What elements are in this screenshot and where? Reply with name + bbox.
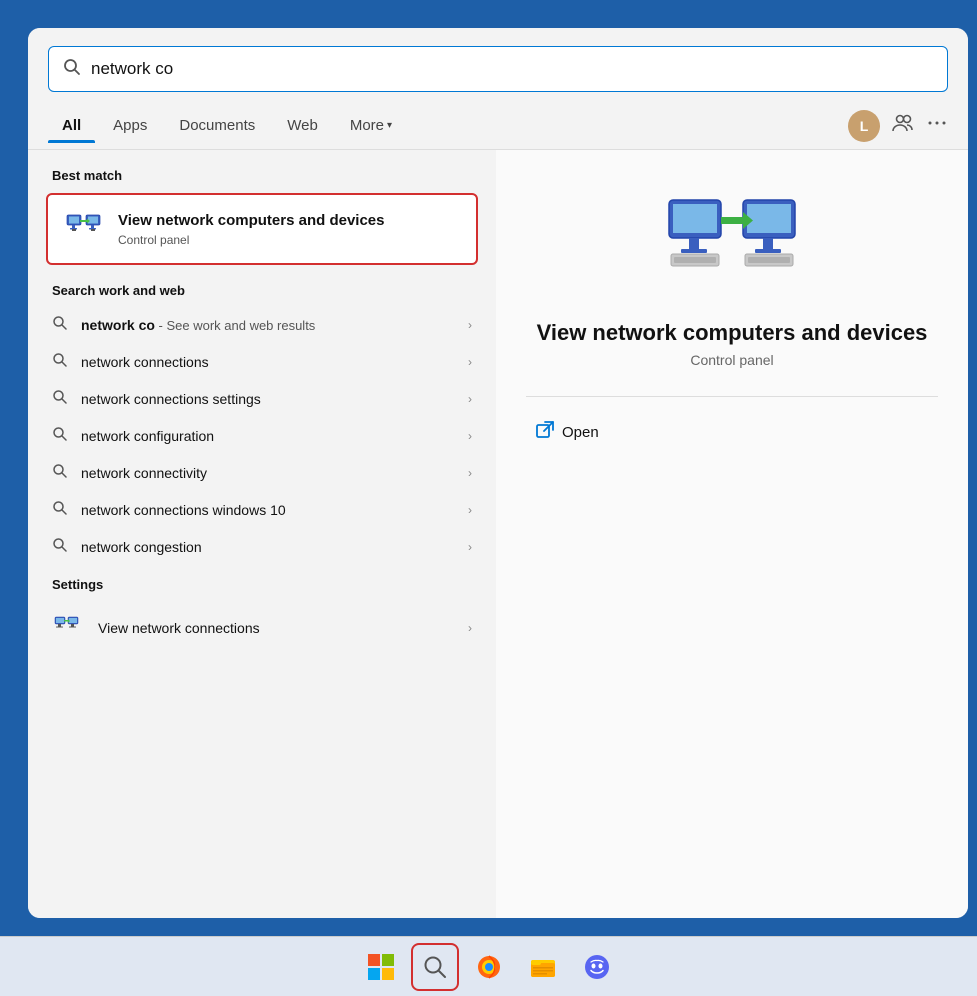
- search-result-icon-2: [52, 389, 67, 408]
- chevron-right-icon-1: ›: [468, 355, 472, 369]
- chevron-right-icon-0: ›: [468, 318, 472, 332]
- search-result-item-5[interactable]: network connections windows 10 ›: [28, 491, 496, 528]
- search-result-item-0[interactable]: network co - See work and web results ›: [28, 306, 496, 343]
- settings-item-0[interactable]: View network connections ›: [28, 602, 496, 654]
- desktop: All Apps Documents Web More ▾ L: [0, 0, 977, 996]
- main-content: Best match: [28, 150, 968, 918]
- search-bar-container: [28, 28, 968, 102]
- best-match-title: View network computers and devices: [118, 211, 384, 231]
- taskbar-search-button[interactable]: [411, 943, 459, 991]
- taskbar: [0, 936, 977, 996]
- search-result-text-1: network connections: [81, 354, 468, 370]
- detail-subtitle: Control panel: [690, 352, 773, 368]
- left-panel: Best match: [28, 150, 496, 918]
- search-result-icon-1: [52, 352, 67, 371]
- search-result-text-3: network configuration: [81, 428, 468, 444]
- search-window: All Apps Documents Web More ▾ L: [28, 28, 968, 918]
- chevron-right-settings-0: ›: [468, 621, 472, 635]
- tab-web[interactable]: Web: [273, 109, 332, 142]
- settings-item-icon-0: [52, 612, 84, 644]
- best-match-label: Best match: [28, 168, 496, 193]
- firefox-icon: [475, 953, 503, 981]
- tab-apps[interactable]: Apps: [99, 109, 161, 142]
- open-external-icon: [536, 421, 554, 444]
- taskbar-start-button[interactable]: [357, 943, 405, 991]
- detail-icon: [667, 190, 797, 300]
- taskbar-file-explorer-button[interactable]: [519, 943, 567, 991]
- search-result-item-1[interactable]: network connections ›: [28, 343, 496, 380]
- search-work-web-label: Search work and web: [28, 283, 496, 306]
- taskbar-search-icon: [422, 954, 448, 980]
- search-result-text-2: network connections settings: [81, 391, 468, 407]
- search-result-text-4: network connectivity: [81, 465, 468, 481]
- best-match-text: View network computers and devices Contr…: [118, 211, 384, 247]
- detail-divider: [526, 396, 938, 397]
- tabs-right: L: [848, 110, 948, 142]
- tab-documents[interactable]: Documents: [165, 109, 269, 142]
- search-result-text-6: network congestion: [81, 539, 468, 555]
- search-result-text-0: network co - See work and web results: [81, 317, 468, 333]
- search-result-text-5: network connections windows 10: [81, 502, 468, 518]
- file-explorer-icon: [529, 953, 557, 981]
- search-icon: [63, 58, 81, 81]
- best-match-subtitle: Control panel: [118, 233, 384, 247]
- chevron-right-icon-4: ›: [468, 466, 472, 480]
- search-result-item-2[interactable]: network connections settings ›: [28, 380, 496, 417]
- more-options-icon[interactable]: [926, 112, 948, 139]
- chevron-right-icon-3: ›: [468, 429, 472, 443]
- search-result-icon-5: [52, 500, 67, 519]
- search-result-icon-4: [52, 463, 67, 482]
- chevron-right-icon-2: ›: [468, 392, 472, 406]
- search-input[interactable]: [91, 59, 933, 79]
- taskbar-discord-button[interactable]: [573, 943, 621, 991]
- search-result-icon-6: [52, 537, 67, 556]
- user-avatar[interactable]: L: [848, 110, 880, 142]
- detail-title: View network computers and devices: [537, 320, 928, 346]
- search-result-item-3[interactable]: network configuration ›: [28, 417, 496, 454]
- tab-more[interactable]: More ▾: [336, 109, 406, 142]
- search-input-wrapper[interactable]: [48, 46, 948, 92]
- chevron-down-icon: ▾: [387, 120, 392, 131]
- best-match-item[interactable]: View network computers and devices Contr…: [46, 193, 478, 265]
- search-result-item-6[interactable]: network congestion ›: [28, 528, 496, 565]
- best-match-icon: [64, 209, 104, 249]
- detail-open-label: Open: [562, 424, 599, 441]
- settings-section: Settings: [28, 565, 496, 654]
- settings-section-label: Settings: [28, 577, 496, 602]
- windows-logo-icon: [368, 954, 394, 980]
- tab-all[interactable]: All: [48, 109, 95, 142]
- chevron-right-icon-6: ›: [468, 540, 472, 554]
- chevron-right-icon-5: ›: [468, 503, 472, 517]
- discord-icon: [583, 953, 611, 981]
- search-result-icon-3: [52, 426, 67, 445]
- search-result-icon-0: [52, 315, 67, 334]
- right-panel: View network computers and devices Contr…: [496, 150, 968, 918]
- taskbar-firefox-button[interactable]: [465, 943, 513, 991]
- people-icon[interactable]: [892, 112, 914, 139]
- settings-item-text-0: View network connections: [98, 620, 468, 636]
- tabs-bar: All Apps Documents Web More ▾ L: [28, 102, 968, 150]
- search-result-item-4[interactable]: network connectivity ›: [28, 454, 496, 491]
- detail-open-button[interactable]: Open: [526, 415, 609, 450]
